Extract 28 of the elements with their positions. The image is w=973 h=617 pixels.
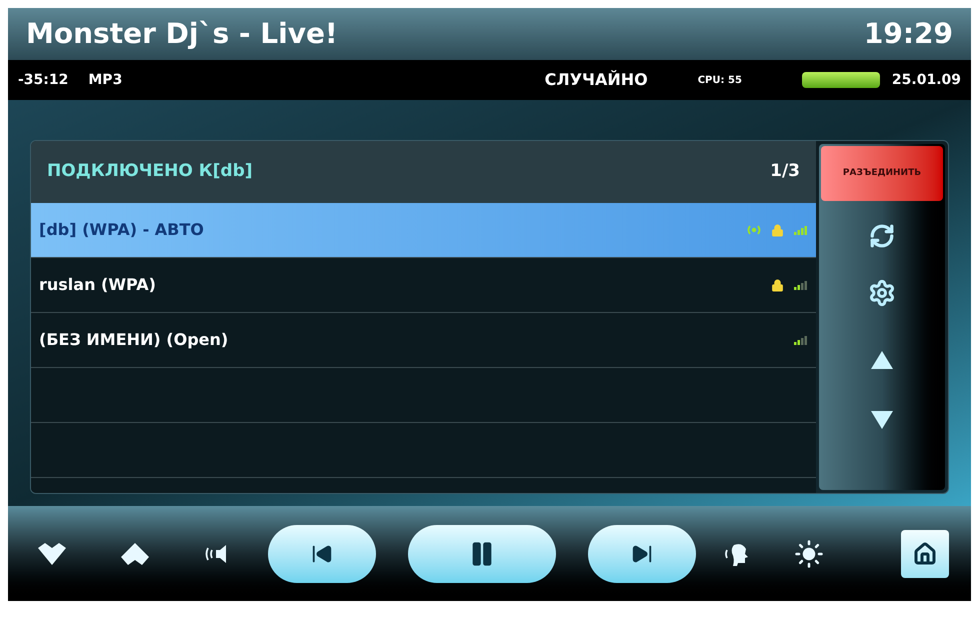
- network-row[interactable]: (БЕЗ ИМЕНИ) (Open): [31, 313, 816, 368]
- clock: 19:29: [864, 16, 953, 52]
- down-arrow-icon[interactable]: [871, 411, 893, 429]
- network-name: ruslan (WPA): [39, 274, 156, 296]
- network-row[interactable]: [db] (WPA) - АВТО: [31, 203, 816, 258]
- speaker-icon[interactable]: [204, 544, 228, 564]
- home-button[interactable]: [901, 530, 949, 578]
- date-label: 25.01.09: [892, 70, 961, 90]
- disconnect-button[interactable]: РАЗЪЕДИНИТЬ: [821, 146, 943, 201]
- network-name: [db] (WPA) - АВТО: [39, 219, 204, 241]
- network-name: (БЕЗ ИМЕНИ) (Open): [39, 329, 228, 351]
- network-row[interactable]: ruslan (WPA): [31, 258, 816, 313]
- heart-icon[interactable]: [38, 542, 66, 564]
- up-arrow-icon[interactable]: [871, 351, 893, 369]
- previous-icon: [311, 542, 333, 564]
- page-counter: 1/3: [770, 160, 800, 184]
- cpu-label: CPU: 55: [698, 74, 742, 88]
- settings-icon[interactable]: [868, 279, 896, 307]
- panel-title: ПОДКЛЮЧЕНО К[db]: [47, 160, 253, 184]
- brightness-icon[interactable]: [794, 538, 824, 568]
- refresh-icon[interactable]: [869, 223, 895, 249]
- format-label: MP3: [88, 70, 122, 90]
- time-remaining: -35:12: [18, 70, 68, 90]
- next-icon: [631, 542, 653, 564]
- house-shape-icon[interactable]: [121, 542, 149, 564]
- window-title: Monster Dj`s - Live!: [26, 16, 338, 52]
- mode-label: СЛУЧАЙНО: [544, 69, 648, 91]
- home-icon: [913, 542, 937, 566]
